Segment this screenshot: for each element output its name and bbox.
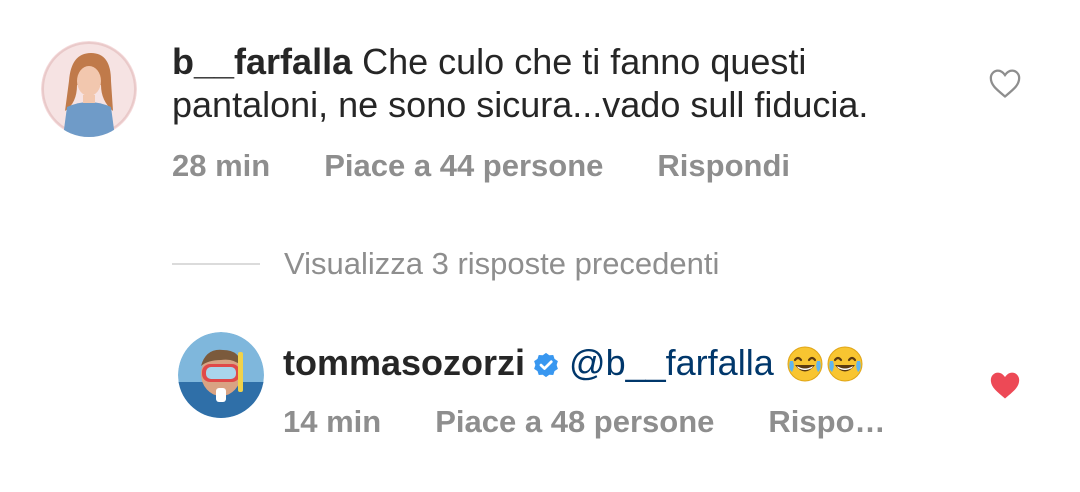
tears-of-joy-emoji-icon <box>826 345 864 392</box>
tears-of-joy-emoji-icon <box>786 345 824 392</box>
reply-username[interactable]: tommasozorzi <box>283 342 525 383</box>
comment-username[interactable]: b__farfalla <box>172 41 352 82</box>
heart-filled-icon <box>990 372 1020 399</box>
reply-like-heart-icon[interactable] <box>988 369 1022 406</box>
heart-outline-icon <box>989 69 1021 98</box>
comment-body-line2: pantaloni, ne sono sicura...vado sull fi… <box>172 84 869 125</box>
avatar[interactable] <box>41 41 137 137</box>
comment-likes-link[interactable]: Piace a 44 persone <box>324 148 603 184</box>
comment-time: 28 min <box>172 148 271 183</box>
profile-photo <box>178 332 264 418</box>
reply-text: tommasozorzi @b__farfalla <box>283 341 963 392</box>
reply-reply-button[interactable]: Rispo… <box>768 404 885 440</box>
reply-avatar[interactable] <box>178 332 264 418</box>
comment-text: b__farfalla Che culo che ti fanno questi… <box>172 40 972 126</box>
comment-meta: 28 min Piace a 44 persone Rispondi <box>172 148 790 184</box>
view-previous-replies[interactable]: Visualizza 3 risposte precedenti <box>172 244 719 284</box>
reply-likes-link[interactable]: Piace a 48 persone <box>435 404 714 440</box>
profile-photo <box>41 41 137 137</box>
reply-meta: 14 min Piace a 48 persone Rispo… <box>283 404 886 440</box>
verified-badge-icon <box>531 347 561 390</box>
like-heart-icon[interactable] <box>988 67 1022 104</box>
reply-mention-link[interactable]: @b__farfalla <box>569 342 774 383</box>
comment-body-line1: Che culo che ti fanno questi <box>362 41 807 82</box>
divider-line <box>172 263 260 265</box>
reply-time: 14 min <box>283 404 382 439</box>
comment-reply-button[interactable]: Rispondi <box>657 148 790 184</box>
view-replies-label: Visualizza 3 risposte precedenti <box>284 246 720 281</box>
